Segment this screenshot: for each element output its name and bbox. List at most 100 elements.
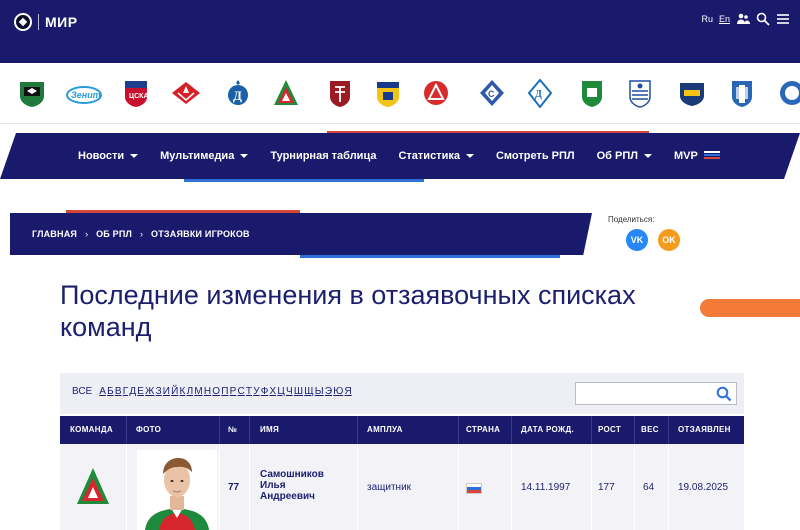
decorative-swoosh xyxy=(700,299,800,317)
filter-letter[interactable]: К xyxy=(180,386,186,397)
col-team[interactable]: КОМАНДА xyxy=(70,425,113,434)
zenit-logo[interactable]: Зенит xyxy=(66,78,102,108)
akron-logo[interactable] xyxy=(422,78,450,108)
breadcrumb-current: ОТЗАЯВКИ ИГРОКОВ xyxy=(151,229,250,239)
filter-letter[interactable]: Ф xyxy=(261,386,269,397)
col-country[interactable]: СТРАНА xyxy=(466,425,500,434)
filter-letter[interactable]: Ю xyxy=(333,386,343,397)
filter-letter[interactable]: Щ xyxy=(304,386,313,397)
krasnodar-logo[interactable] xyxy=(18,78,46,108)
col-weight[interactable]: ВЕС xyxy=(641,425,659,434)
player-number: 77 xyxy=(228,482,240,493)
fakel-logo[interactable] xyxy=(728,78,756,108)
breadcrumb-about[interactable]: ОБ РПЛ xyxy=(96,229,132,239)
filter-letter[interactable]: Т xyxy=(246,386,252,397)
col-released[interactable]: ОТЗАЯВЛЕН xyxy=(678,425,731,434)
filter-letter[interactable]: Ж xyxy=(145,386,154,397)
nav-item-watch-rpl[interactable]: Смотреть РПЛ xyxy=(496,150,575,162)
col-number[interactable]: № xyxy=(228,425,237,434)
menu-icon[interactable] xyxy=(776,12,790,26)
filter-letter[interactable]: Э xyxy=(325,386,332,397)
filter-letter[interactable]: Ш xyxy=(294,386,303,397)
breadcrumb-accent-blue xyxy=(300,255,560,258)
vk-share-icon[interactable]: VK xyxy=(626,229,648,251)
player-photo xyxy=(137,450,217,530)
spartak-logo[interactable] xyxy=(170,78,202,108)
filter-letter[interactable]: Б xyxy=(107,386,114,397)
filter-letter[interactable]: И xyxy=(163,386,170,397)
chevron-right-icon: › xyxy=(85,229,89,239)
rostov-logo[interactable] xyxy=(374,78,402,108)
filter-letter[interactable]: Л xyxy=(187,386,194,397)
col-photo: ФОТО xyxy=(136,425,162,434)
filter-letter[interactable]: О xyxy=(212,386,220,397)
filter-all[interactable]: ВСЕ xyxy=(72,386,92,397)
rubin-logo[interactable] xyxy=(326,78,354,108)
svg-text:С: С xyxy=(488,89,495,99)
lokomotiv-logo[interactable] xyxy=(272,78,300,108)
nav-item-standings[interactable]: Турнирная таблица xyxy=(270,150,376,162)
filter-letter[interactable]: П xyxy=(221,386,228,397)
filter-letter[interactable]: А xyxy=(99,386,106,397)
filter-letter[interactable]: Й xyxy=(171,386,178,397)
filter-letter[interactable]: Г xyxy=(123,386,128,397)
search-icon[interactable] xyxy=(756,12,770,26)
filter-letter[interactable]: В xyxy=(115,386,122,397)
share-label: Поделиться: xyxy=(608,215,655,224)
svg-text:Зенит: Зенит xyxy=(71,90,101,100)
player-birth-date: 14.11.1997 xyxy=(521,482,571,493)
nav-item-about-rpl[interactable]: Об РПЛ xyxy=(597,150,652,162)
lang-en-link[interactable]: En xyxy=(719,14,730,24)
svg-text:Д: Д xyxy=(535,89,542,100)
mir-logo-text: МИР xyxy=(45,14,78,30)
filter-letter[interactable]: Я xyxy=(344,386,351,397)
chevron-right-icon: › xyxy=(140,229,144,239)
nav-item-statistics[interactable]: Статистика xyxy=(398,150,474,162)
table-row[interactable]: 77 Самошников Илья Андреевич защитник 14… xyxy=(60,444,744,530)
col-position[interactable]: АМПЛУА xyxy=(367,425,403,434)
filter-letter[interactable]: З xyxy=(156,386,162,397)
filter-letter[interactable]: Д xyxy=(129,386,136,397)
header-tools: Ru En xyxy=(701,12,790,26)
breadcrumb-accent-red xyxy=(66,210,300,213)
cska-logo[interactable]: ЦСКА xyxy=(122,78,150,108)
top-header: МИР Ru En xyxy=(0,0,800,63)
russia-flag-icon xyxy=(703,151,720,161)
col-name[interactable]: ИМЯ xyxy=(260,425,279,434)
filter-letter[interactable]: Ы xyxy=(315,386,324,397)
col-birth-date[interactable]: ДАТА РОЖД. xyxy=(521,425,574,434)
player-photo-image xyxy=(137,450,217,530)
col-height[interactable]: РОСТ xyxy=(598,425,621,434)
search-icon[interactable] xyxy=(716,386,732,402)
krylia-sovetov-logo[interactable]: С xyxy=(478,78,506,108)
baltika-logo[interactable] xyxy=(626,78,654,108)
nav-item-multimedia[interactable]: Мультимедиа xyxy=(160,150,249,162)
ok-share-icon[interactable]: OK xyxy=(658,229,680,251)
filter-bar: ВСЕ АБВГДЕЖЗИЙКЛМНОПРСТУФХЦЧШЩЫЭЮЯ xyxy=(60,373,744,414)
search-input[interactable] xyxy=(575,382,737,405)
nizhny-novgorod-logo[interactable] xyxy=(676,78,708,108)
share-block: Поделиться: VK OK xyxy=(608,215,680,251)
filter-letter[interactable]: Р xyxy=(230,386,237,397)
orenburg-logo[interactable] xyxy=(778,78,800,108)
filter-letter[interactable]: Е xyxy=(137,386,144,397)
lokomotiv-logo[interactable] xyxy=(76,466,110,508)
filter-letter[interactable]: Ч xyxy=(286,386,293,397)
filter-letter[interactable]: Ц xyxy=(277,386,284,397)
dynamo-logo[interactable]: Д xyxy=(224,78,252,108)
filter-letter[interactable]: Н xyxy=(204,386,211,397)
akhmat-logo[interactable] xyxy=(578,78,606,108)
chevron-down-icon xyxy=(465,154,474,158)
filter-letter[interactable]: М xyxy=(194,386,202,397)
filter-letter[interactable]: Х xyxy=(270,386,277,397)
rpl-logo[interactable]: МИР xyxy=(14,13,78,31)
player-name[interactable]: Самошников Илья Андреевич xyxy=(260,469,324,502)
filter-letter[interactable]: С xyxy=(237,386,244,397)
nav-item-news[interactable]: Новости xyxy=(78,150,139,162)
nav-item-mvp[interactable]: MVP xyxy=(674,150,720,162)
lang-ru-link[interactable]: Ru xyxy=(701,14,713,24)
filter-letter[interactable]: У xyxy=(253,386,259,397)
breadcrumb-home[interactable]: ГЛАВНАЯ xyxy=(32,229,77,239)
users-icon[interactable] xyxy=(736,12,750,26)
dynamo-mkh-logo[interactable]: Д xyxy=(526,78,554,108)
